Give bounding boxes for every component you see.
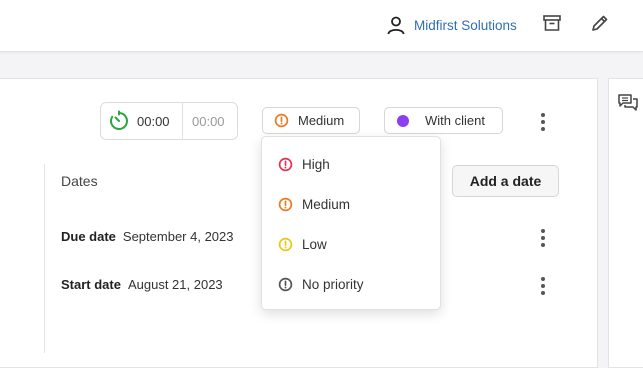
- dates-title: Dates: [61, 173, 98, 189]
- right-rail: [608, 78, 643, 368]
- priority-option-label: Low: [302, 236, 327, 252]
- priority-option-label: Medium: [302, 196, 351, 212]
- date-row-start: Start date August 21, 2023: [61, 277, 223, 292]
- priority-option-low[interactable]: Low: [262, 227, 440, 261]
- no-priority-icon: [278, 277, 293, 291]
- date-value[interactable]: September 4, 2023: [123, 229, 234, 244]
- archive-button[interactable]: [542, 13, 564, 35]
- priority-low-icon: [278, 237, 293, 251]
- priority-option-label: No priority: [302, 276, 364, 292]
- estimated-time[interactable]: 00:00: [183, 114, 225, 129]
- start-timer-button[interactable]: [101, 103, 137, 139]
- dates-divider: [44, 164, 45, 353]
- add-date-button[interactable]: Add a date: [452, 165, 559, 197]
- priority-label: Medium: [298, 113, 345, 128]
- date-label: Due date: [61, 229, 116, 244]
- time-tracker: 00:00 00:00: [100, 102, 238, 140]
- start-date-options-icon[interactable]: [540, 277, 546, 295]
- pencil-icon: [592, 15, 608, 31]
- status-button[interactable]: With client: [384, 107, 503, 134]
- priority-button[interactable]: Medium: [262, 107, 360, 134]
- date-value[interactable]: August 21, 2023: [128, 277, 223, 292]
- comments-button[interactable]: [617, 93, 639, 118]
- user-icon: [387, 16, 405, 35]
- due-date-options-icon[interactable]: [540, 229, 546, 247]
- priority-option-medium[interactable]: Medium: [262, 187, 440, 221]
- date-row-due: Due date September 4, 2023: [61, 229, 233, 244]
- priority-medium-icon: [274, 113, 289, 128]
- priority-option-high[interactable]: High: [262, 147, 440, 181]
- org-switcher[interactable]: Midfirst Solutions: [386, 13, 517, 37]
- archive-icon: [543, 15, 561, 31]
- more-options-icon[interactable]: [540, 113, 546, 131]
- priority-option-label: High: [302, 156, 330, 172]
- comments-icon: [618, 94, 638, 111]
- date-label: Start date: [61, 277, 121, 292]
- top-bar: Midfirst Solutions: [0, 0, 643, 52]
- edit-button[interactable]: [590, 13, 612, 35]
- priority-medium-icon: [278, 197, 293, 211]
- org-name: Midfirst Solutions: [414, 17, 517, 33]
- priority-high-icon: [278, 157, 293, 171]
- status-dot-icon: [397, 114, 409, 127]
- elapsed-time: 00:00: [137, 113, 170, 129]
- status-label: With client: [425, 113, 485, 128]
- stopwatch-icon: [110, 110, 128, 130]
- priority-option-none[interactable]: No priority: [262, 267, 440, 301]
- priority-menu: High Medium Low No priority: [261, 136, 441, 310]
